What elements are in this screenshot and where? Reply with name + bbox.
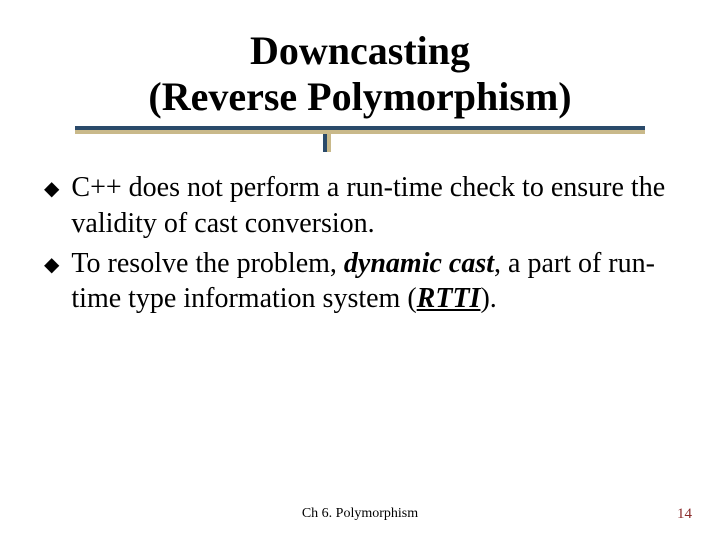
bullet-marker-icon: ◆	[44, 253, 59, 279]
bullet-text-pre: To resolve the problem,	[71, 248, 344, 279]
emphasis-rtti: RTTI	[417, 283, 481, 314]
emphasis-dynamic-cast: dynamic cast	[344, 248, 494, 279]
bullet-marker-icon: ◆	[44, 177, 59, 203]
title-line-1: Downcasting	[40, 28, 680, 74]
bullet-text: C++ does not perform a run-time check to…	[71, 170, 676, 242]
bullet-item: ◆ C++ does not perform a run-time check …	[44, 170, 676, 242]
bullet-text: To resolve the problem, dynamic cast, a …	[71, 246, 676, 318]
bullet-item: ◆ To resolve the problem, dynamic cast, …	[44, 246, 676, 318]
title-underline	[75, 126, 645, 140]
footer-page-number: 14	[677, 506, 692, 523]
slide: Downcasting (Reverse Polymorphism) ◆ C++…	[0, 0, 720, 540]
footer-chapter: Ch 6. Polymorphism	[0, 506, 720, 522]
bullet-text-post: ).	[480, 283, 496, 314]
slide-title: Downcasting (Reverse Polymorphism)	[40, 28, 680, 120]
slide-footer: Ch 6. Polymorphism 14	[0, 506, 720, 526]
slide-body: ◆ C++ does not perform a run-time check …	[40, 170, 680, 317]
title-line-2: (Reverse Polymorphism)	[40, 74, 680, 120]
